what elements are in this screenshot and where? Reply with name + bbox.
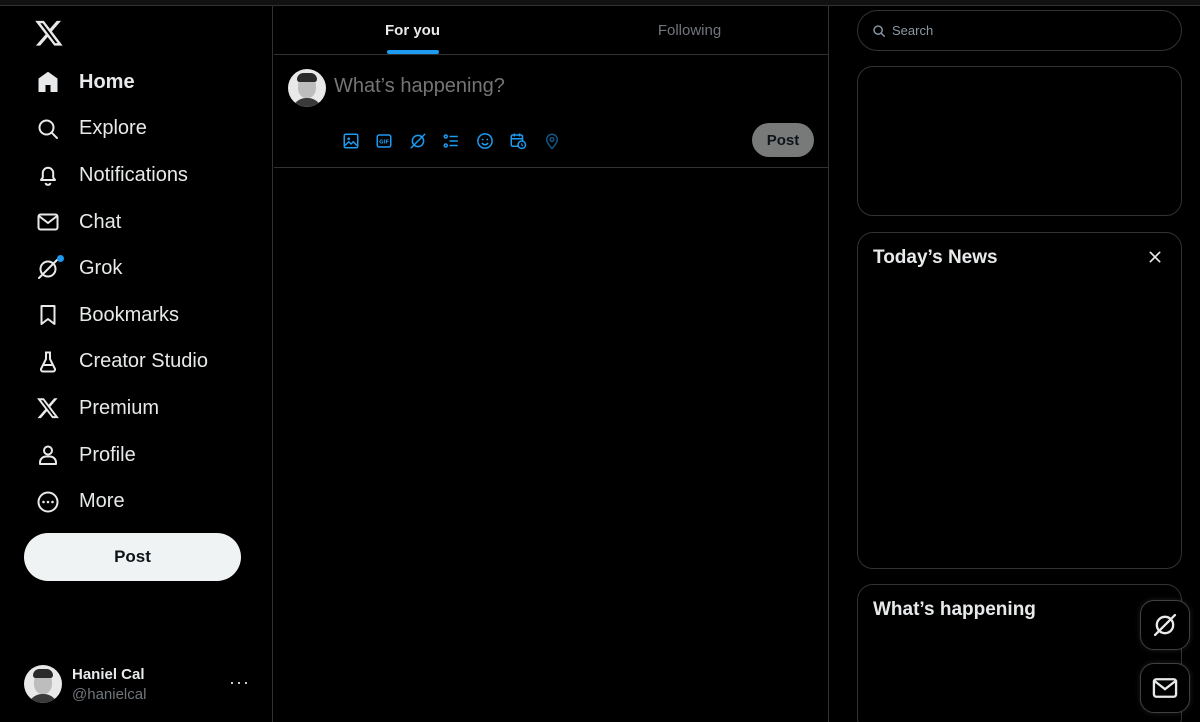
sidebar-item-label: Bookmarks — [79, 303, 180, 326]
sidebar-item-creator-studio[interactable]: Creator Studio — [24, 339, 254, 386]
sidebar-item-home[interactable]: Home — [24, 59, 254, 106]
more-circle-icon — [24, 488, 70, 516]
post-composer: GIF Post — [274, 55, 828, 168]
grok-icon — [1153, 613, 1177, 637]
sidebar-item-explore[interactable]: Explore — [24, 106, 254, 153]
search-icon — [24, 115, 70, 143]
bookmark-icon — [24, 301, 70, 329]
left-sidebar: Home Explore Notifications Chat Grok Boo… — [0, 6, 273, 722]
whats-happening-title: What’s happening — [873, 599, 1036, 620]
compose-input[interactable] — [334, 75, 784, 98]
primary-nav: Home Explore Notifications Chat Grok Boo… — [24, 59, 254, 525]
notification-dot — [57, 254, 64, 262]
timeline-tabs: For you Following — [274, 6, 828, 55]
sidebar-item-label: More — [79, 490, 125, 513]
envelope-icon — [24, 208, 70, 236]
account-handle: @hanielcal — [72, 685, 147, 703]
home-icon — [24, 68, 70, 96]
x-logo-icon — [24, 394, 70, 422]
account-more-icon[interactable]: ··· — [229, 672, 250, 693]
flask-icon — [24, 348, 70, 376]
poll-icon[interactable] — [435, 129, 469, 153]
grok-icon[interactable] — [401, 129, 435, 153]
image-icon[interactable] — [334, 129, 368, 153]
sidebar-item-bookmarks[interactable]: Bookmarks — [24, 292, 254, 339]
sidebar-item-more[interactable]: More — [24, 478, 254, 525]
sidebar-item-label: Grok — [79, 257, 123, 280]
sidebar-item-label: Notifications — [79, 163, 188, 186]
todays-news-title: Today’s News — [873, 247, 998, 268]
search-bar[interactable] — [857, 10, 1182, 51]
account-switcher[interactable]: Haniel Cal @hanielcal ··· — [24, 658, 260, 710]
promo-card — [857, 66, 1182, 216]
sidebar-item-label: Explore — [79, 117, 147, 140]
chat-float-button[interactable] — [1140, 663, 1190, 713]
sidebar-item-label: Premium — [79, 396, 160, 419]
account-name: Haniel Cal — [72, 665, 145, 683]
sidebar-item-label: Home — [79, 70, 135, 93]
grok-float-button[interactable] — [1140, 600, 1190, 650]
composer-toolbar: GIF — [334, 129, 569, 153]
grok-icon — [24, 254, 70, 283]
avatar — [24, 665, 62, 703]
timeline: For you Following GIF Post — [274, 6, 829, 722]
envelope-icon — [1152, 678, 1178, 698]
person-icon — [24, 441, 70, 469]
sidebar-item-label: Profile — [79, 443, 136, 466]
sidebar-item-grok[interactable]: Grok — [24, 245, 254, 292]
sidebar-item-notifications[interactable]: Notifications — [24, 152, 254, 199]
search-icon — [873, 24, 885, 37]
emoji-icon[interactable] — [468, 129, 502, 153]
compose-post-button[interactable]: Post — [752, 123, 814, 157]
post-button[interactable]: Post — [24, 533, 241, 581]
location-icon[interactable] — [535, 129, 569, 153]
sidebar-item-label: Chat — [79, 210, 122, 233]
schedule-icon[interactable] — [502, 129, 536, 153]
x-logo-icon[interactable] — [34, 18, 64, 48]
tab-for-you[interactable]: For you — [274, 6, 551, 54]
sidebar-item-label: Creator Studio — [79, 350, 208, 373]
avatar[interactable] — [288, 69, 326, 107]
close-icon[interactable] — [1147, 249, 1163, 265]
svg-text:GIF: GIF — [379, 139, 389, 145]
sidebar-item-chat[interactable]: Chat — [24, 199, 254, 246]
search-input[interactable] — [892, 23, 1172, 38]
gif-icon[interactable]: GIF — [368, 129, 402, 153]
whats-happening-card: What’s happening — [857, 584, 1182, 722]
bell-icon — [24, 161, 70, 189]
sidebar-item-premium[interactable]: Premium — [24, 385, 254, 432]
todays-news-card: Today’s News — [857, 232, 1182, 569]
sidebar-item-profile[interactable]: Profile — [24, 432, 254, 479]
tab-following[interactable]: Following — [551, 6, 828, 54]
